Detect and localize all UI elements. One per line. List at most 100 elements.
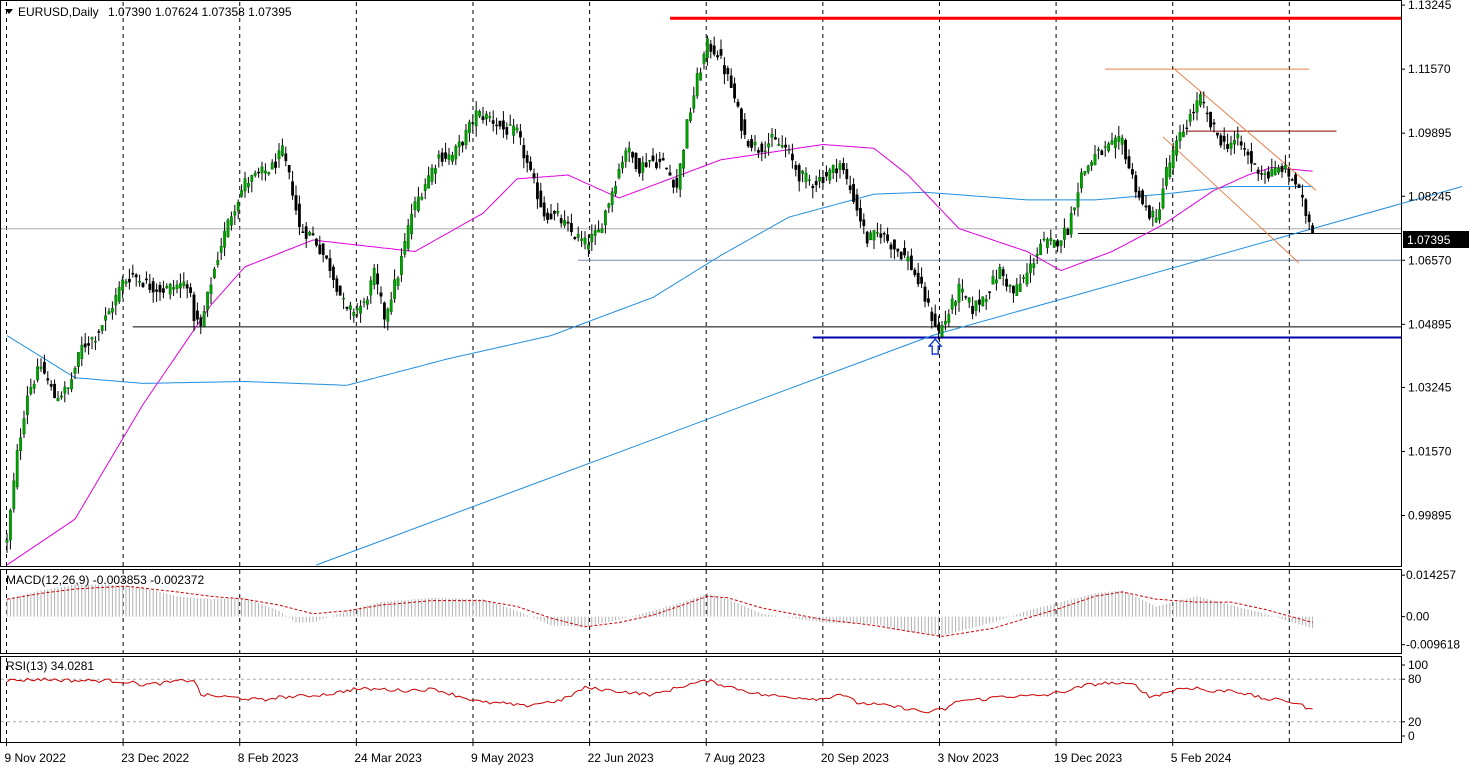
candle-body bbox=[706, 38, 709, 58]
candle-body bbox=[338, 285, 342, 296]
candle-body bbox=[957, 283, 961, 303]
candle-body bbox=[760, 143, 764, 153]
candle-body bbox=[1161, 188, 1165, 209]
candle-body bbox=[1307, 214, 1311, 223]
candle-body bbox=[607, 203, 611, 208]
candle-body bbox=[63, 386, 67, 394]
candle-body bbox=[76, 351, 80, 368]
ohlc-label: 1.07390 1.07624 1.07358 1.07395 bbox=[108, 5, 292, 19]
candle-body bbox=[811, 185, 815, 189]
candle-body bbox=[757, 150, 760, 153]
candle-body bbox=[855, 194, 859, 211]
candle-body bbox=[927, 298, 930, 303]
candle-body bbox=[1249, 151, 1253, 164]
candle-body bbox=[1096, 149, 1100, 151]
candle-body bbox=[165, 285, 169, 288]
candle-body bbox=[593, 230, 597, 236]
symbol-title: EURUSD,Daily bbox=[18, 5, 99, 19]
candle-body bbox=[845, 169, 849, 180]
candle-body bbox=[1069, 213, 1073, 235]
y-tick-label: 1.13245 bbox=[1408, 0, 1452, 12]
candle-body bbox=[672, 179, 675, 188]
candle-body bbox=[950, 298, 954, 310]
candle-body bbox=[427, 175, 430, 189]
candle-body bbox=[964, 296, 968, 298]
candle-body bbox=[644, 162, 648, 167]
candle-body bbox=[36, 366, 40, 381]
candle-body bbox=[447, 154, 451, 160]
candle-body bbox=[1294, 174, 1298, 185]
candle-body bbox=[617, 169, 621, 178]
x-tick-label: 9 May 2023 bbox=[471, 751, 534, 765]
candle-body bbox=[1062, 227, 1066, 240]
candle-body bbox=[178, 283, 182, 289]
candle-body bbox=[954, 301, 958, 306]
x-tick-label: 23 Dec 2022 bbox=[121, 751, 189, 765]
candle-body bbox=[185, 284, 189, 289]
candle-body bbox=[246, 182, 250, 188]
candle-body bbox=[39, 366, 43, 369]
candle-body bbox=[274, 161, 277, 168]
rsi-y-tick-label: 80 bbox=[1408, 672, 1422, 686]
candle-body bbox=[161, 288, 165, 293]
candle-body bbox=[1137, 190, 1141, 198]
candle-body bbox=[733, 83, 737, 99]
candle-body bbox=[1253, 163, 1257, 165]
rsi-line bbox=[6, 677, 1313, 714]
candle-body bbox=[229, 216, 233, 226]
candle-body bbox=[60, 395, 63, 398]
candle-body bbox=[590, 233, 594, 243]
candle-body bbox=[777, 144, 781, 146]
candle-body bbox=[549, 213, 553, 220]
candle-body bbox=[682, 149, 686, 169]
x-tick-label: 19 Dec 2023 bbox=[1054, 751, 1122, 765]
x-tick-label: 7 Aug 2023 bbox=[704, 751, 765, 765]
candle-body bbox=[658, 158, 662, 162]
candle-body bbox=[495, 124, 498, 127]
candle-body bbox=[1209, 112, 1213, 128]
candle-body bbox=[498, 120, 502, 127]
candle-body bbox=[454, 145, 458, 160]
candle-body bbox=[1263, 173, 1267, 175]
candle-body bbox=[226, 219, 230, 238]
x-tick-label: 5 Feb 2024 bbox=[1171, 751, 1232, 765]
candle-body bbox=[876, 232, 879, 234]
candle-body bbox=[1141, 190, 1145, 205]
rsi-y-tick-label: 0 bbox=[1408, 729, 1415, 743]
candle-body bbox=[729, 75, 733, 88]
candle-body bbox=[648, 159, 652, 162]
candle-body bbox=[22, 418, 26, 435]
candle-body bbox=[621, 161, 624, 169]
candle-body bbox=[1171, 150, 1175, 169]
candle-body bbox=[110, 308, 114, 313]
candle-body bbox=[699, 72, 703, 81]
candle-body bbox=[328, 258, 332, 272]
macd-series bbox=[6, 584, 1314, 637]
candle-body bbox=[719, 49, 723, 56]
rsi-y-tick-label: 100 bbox=[1408, 658, 1428, 672]
candle-body bbox=[750, 139, 754, 148]
candle-body bbox=[121, 279, 125, 291]
candle-body bbox=[277, 150, 281, 160]
candle-body bbox=[1185, 127, 1189, 130]
candle-body bbox=[396, 277, 400, 286]
candle-body bbox=[485, 113, 488, 120]
candle-body bbox=[1032, 263, 1036, 268]
trendline bbox=[316, 186, 1463, 566]
candle-body bbox=[264, 170, 267, 174]
channel-line bbox=[1172, 67, 1317, 191]
candle-body bbox=[474, 110, 478, 127]
candle-body bbox=[1226, 144, 1230, 149]
candle-body bbox=[369, 280, 373, 296]
candle-body bbox=[1256, 169, 1260, 174]
candle-body bbox=[253, 172, 257, 176]
candle-body bbox=[43, 362, 46, 374]
candle-body bbox=[379, 292, 383, 297]
candle-body bbox=[1083, 170, 1087, 175]
candle-body bbox=[434, 168, 437, 174]
candle-body bbox=[1304, 199, 1308, 216]
candle-body bbox=[461, 141, 464, 146]
chart-root: 1.13245 1.11570 1.09895 1.08245 1.06570 1.048… bbox=[0, 0, 1474, 771]
candle-body bbox=[1181, 131, 1185, 138]
candle-body bbox=[270, 162, 274, 170]
